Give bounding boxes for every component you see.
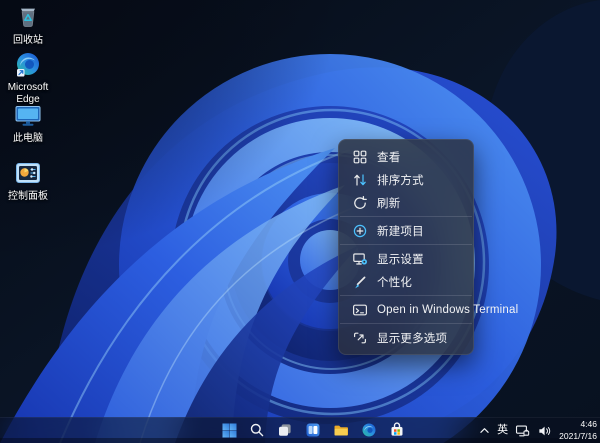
edge-icon xyxy=(361,422,377,438)
desktop-icon-label: 控制面板 xyxy=(8,191,48,203)
clock-time: 4:46 xyxy=(559,419,597,430)
control-panel-icon xyxy=(13,158,43,188)
network-ethernet-icon xyxy=(515,424,530,438)
menu-item-show-more-options[interactable]: 显示更多选项 xyxy=(342,326,470,349)
store-button[interactable] xyxy=(386,419,408,441)
menu-separator xyxy=(340,216,472,217)
menu-item-sort-by[interactable]: 排序方式 xyxy=(342,168,470,191)
desktop-icon-microsoft-edge[interactable]: Microsoft Edge xyxy=(2,51,54,106)
system-tray: 英 4:46 2021/7/16 xyxy=(479,418,597,443)
file-explorer-button[interactable] xyxy=(330,419,352,441)
menu-item-new-item[interactable]: 新建项目 xyxy=(342,219,470,242)
volume-button[interactable] xyxy=(537,424,552,438)
folder-icon xyxy=(333,422,349,438)
menu-item-label: 排序方式 xyxy=(377,172,424,188)
refresh-icon xyxy=(352,195,368,211)
menu-item-label: 显示更多选项 xyxy=(377,330,447,346)
menu-item-display-settings[interactable]: 显示设置 xyxy=(342,247,470,270)
hidden-icons-button[interactable] xyxy=(479,426,490,435)
desktop-icon-this-pc[interactable]: 此电脑 xyxy=(2,100,54,145)
menu-item-label: 新建项目 xyxy=(377,223,424,239)
search-button[interactable] xyxy=(246,419,268,441)
personalize-icon xyxy=(352,274,368,290)
edge-button[interactable] xyxy=(358,419,380,441)
menu-separator xyxy=(340,244,472,245)
desktop-icon-label: 回收站 xyxy=(13,35,43,47)
desktop-context-menu: 查看 排序方式 刷新 xyxy=(338,139,474,355)
desktop-icon-recycle-bin[interactable]: 回收站 xyxy=(2,2,54,47)
clock-date: 2021/7/16 xyxy=(559,431,597,442)
show-more-icon xyxy=(352,330,368,346)
desktop-icon-control-panel[interactable]: 控制面板 xyxy=(2,158,54,203)
desktop-icon-label: 此电脑 xyxy=(13,133,43,145)
menu-item-refresh[interactable]: 刷新 xyxy=(342,191,470,214)
task-view-icon xyxy=(277,422,293,438)
widgets-button[interactable] xyxy=(302,419,324,441)
windows11-desktop: 回收站 Microsoft Edge 此电脑 xyxy=(0,0,600,443)
chevron-up-icon xyxy=(479,426,490,435)
menu-item-label: Open in Windows Terminal xyxy=(377,304,518,316)
menu-item-open-in-windows-terminal[interactable]: Open in Windows Terminal xyxy=(342,298,470,321)
new-item-icon xyxy=(352,223,368,239)
menu-separator xyxy=(340,323,472,324)
terminal-icon xyxy=(352,302,368,318)
display-settings-icon xyxy=(352,251,368,267)
clock[interactable]: 4:46 2021/7/16 xyxy=(559,419,597,441)
speaker-icon xyxy=(537,424,552,438)
windows-logo-icon xyxy=(221,422,238,439)
search-icon xyxy=(249,422,265,438)
menu-item-label: 刷新 xyxy=(377,195,400,211)
taskbar-center-buttons xyxy=(218,419,408,441)
bloom-wallpaper xyxy=(0,0,600,443)
menu-item-label: 显示设置 xyxy=(377,251,424,267)
menu-item-view[interactable]: 查看 xyxy=(342,145,470,168)
sort-arrows-icon xyxy=(352,172,368,188)
network-button[interactable] xyxy=(515,424,530,438)
menu-item-personalize[interactable]: 个性化 xyxy=(342,270,470,293)
view-grid-icon xyxy=(352,149,368,165)
menu-item-label: 查看 xyxy=(377,149,400,165)
start-button[interactable] xyxy=(218,419,240,441)
menu-separator xyxy=(340,295,472,296)
recycle-bin-icon xyxy=(13,2,43,32)
menu-item-label: 个性化 xyxy=(377,274,412,290)
shortcut-arrow-badge xyxy=(17,69,25,77)
task-view-button[interactable] xyxy=(274,419,296,441)
edge-icon xyxy=(14,51,42,79)
this-pc-icon xyxy=(13,100,43,130)
taskbar: 英 4:46 2021/7/16 xyxy=(0,417,600,443)
ime-language-indicator[interactable]: 英 xyxy=(497,425,508,436)
widgets-icon xyxy=(305,422,321,438)
store-icon xyxy=(389,422,405,438)
